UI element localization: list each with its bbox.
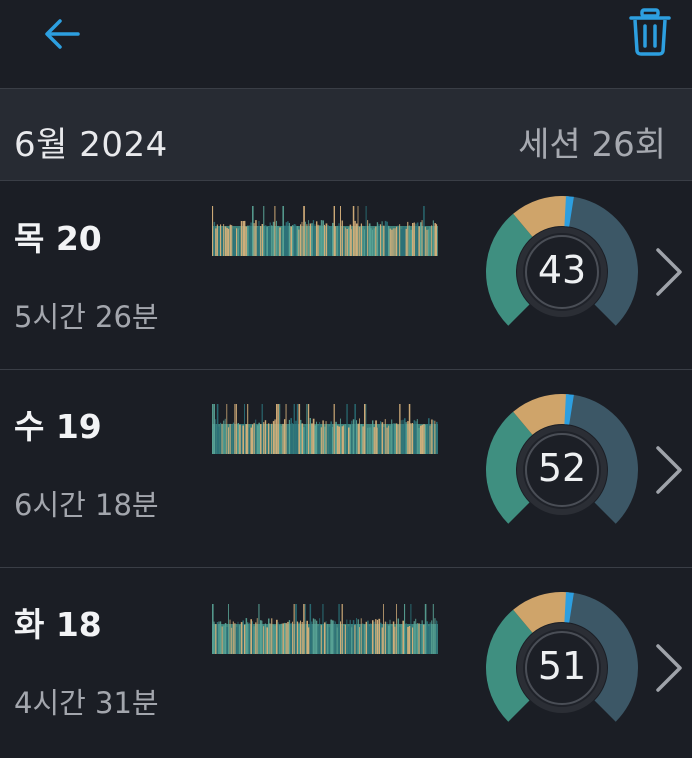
session-list: 목 20 5시간 26분 43 수 19 6시간 18분 52 화 18 4시간… <box>0 182 692 756</box>
session-count: 세션 26회 <box>518 125 666 165</box>
chevron-right-icon <box>656 446 682 494</box>
session-duration: 5시간 26분 <box>14 300 159 334</box>
session-row[interactable]: 목 20 5시간 26분 43 <box>0 182 692 370</box>
month-header: 6월 2024 세션 26회 <box>0 88 692 181</box>
month-title: 6월 2024 <box>14 125 168 165</box>
session-duration: 6시간 18분 <box>14 488 159 522</box>
session-day: 수 19 <box>14 407 102 446</box>
arrow-left-icon <box>45 19 80 49</box>
session-day: 목 20 <box>14 219 102 258</box>
session-row[interactable]: 수 19 6시간 18분 52 <box>0 370 692 568</box>
sleep-score-value: 51 <box>537 644 587 688</box>
sleep-stage-strip <box>212 604 438 654</box>
delete-button[interactable] <box>626 6 674 58</box>
back-button[interactable] <box>40 12 84 56</box>
sleep-score-value: 43 <box>537 248 587 292</box>
sleep-stage-strip <box>212 404 438 454</box>
sleep-score-value: 52 <box>537 446 587 490</box>
chevron-right-icon <box>656 644 682 692</box>
top-bar <box>0 0 692 88</box>
session-row[interactable]: 화 18 4시간 31분 51 <box>0 568 692 756</box>
session-duration: 4시간 31분 <box>14 686 159 720</box>
trash-icon <box>629 8 671 56</box>
chevron-right-icon <box>656 248 682 296</box>
session-day: 화 18 <box>14 605 102 644</box>
sleep-stage-strip <box>212 206 438 256</box>
